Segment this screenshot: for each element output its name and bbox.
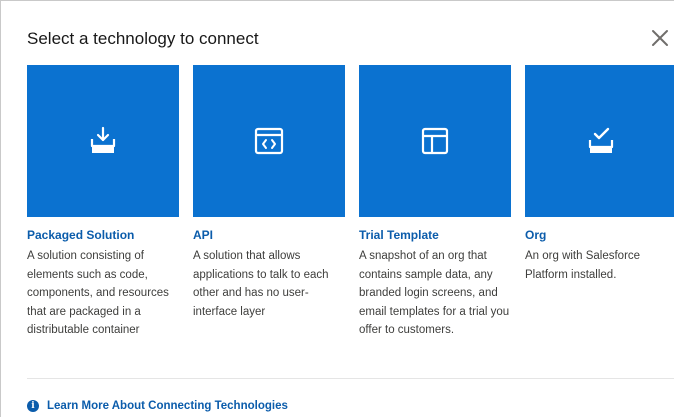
card-title[interactable]: Packaged Solution bbox=[27, 227, 179, 243]
card-title[interactable]: API bbox=[193, 227, 345, 243]
trial-template-tile[interactable] bbox=[359, 65, 511, 217]
code-window-icon bbox=[254, 127, 284, 155]
card-trial-template[interactable]: Trial Template A snapshot of an org that… bbox=[359, 65, 511, 340]
footer-divider bbox=[27, 378, 674, 379]
card-title[interactable]: Org bbox=[525, 227, 674, 243]
card-description: A snapshot of an org that contains sampl… bbox=[359, 250, 510, 336]
learn-more-label[interactable]: Learn More About Connecting Technologies bbox=[47, 400, 288, 412]
modal-title: Select a technology to connect bbox=[27, 29, 259, 48]
packaged-solution-tile[interactable] bbox=[27, 65, 179, 217]
card-description: A solution consisting of elements such a… bbox=[27, 250, 169, 336]
api-tile[interactable] bbox=[193, 65, 345, 217]
tray-check-icon bbox=[588, 127, 614, 153]
learn-more-link[interactable]: i Learn More About Connecting Technologi… bbox=[27, 400, 288, 412]
org-tile[interactable] bbox=[525, 65, 674, 217]
download-to-tray-icon bbox=[90, 126, 116, 153]
card-description: An org with Salesforce Platform installe… bbox=[525, 250, 641, 281]
connect-technology-modal: Select a technology to connect Packaged … bbox=[0, 0, 674, 417]
card-org[interactable]: Org An org with Salesforce Platform inst… bbox=[525, 65, 674, 340]
card-title[interactable]: Trial Template bbox=[359, 227, 511, 243]
card-packaged-solution[interactable]: Packaged Solution A solution consisting … bbox=[27, 65, 179, 340]
card-api[interactable]: API A solution that allows applications … bbox=[193, 65, 345, 340]
technology-cards: Packaged Solution A solution consisting … bbox=[27, 65, 674, 340]
close-icon[interactable] bbox=[648, 26, 672, 50]
template-layout-icon bbox=[421, 127, 449, 155]
info-icon: i bbox=[27, 400, 39, 412]
card-description: A solution that allows applications to t… bbox=[193, 250, 329, 318]
